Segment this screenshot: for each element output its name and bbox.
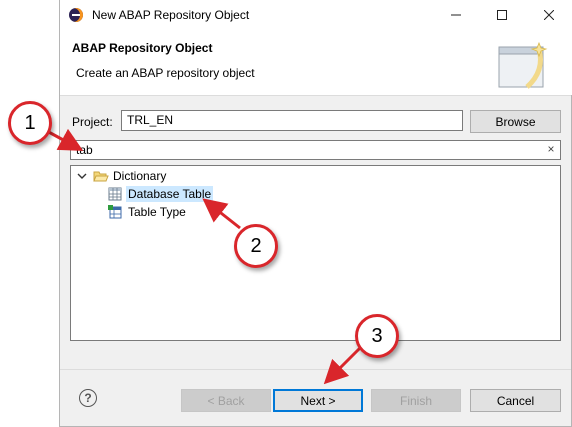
callout-1: 1 (8, 101, 52, 145)
callout-arrow-3 (323, 344, 364, 385)
callout-arrow-1 (44, 128, 84, 151)
callout-3: 3 (355, 314, 399, 358)
annotation-arrows (44, 128, 364, 385)
callout-2: 2 (234, 224, 278, 268)
callout-arrow-2 (202, 198, 241, 230)
